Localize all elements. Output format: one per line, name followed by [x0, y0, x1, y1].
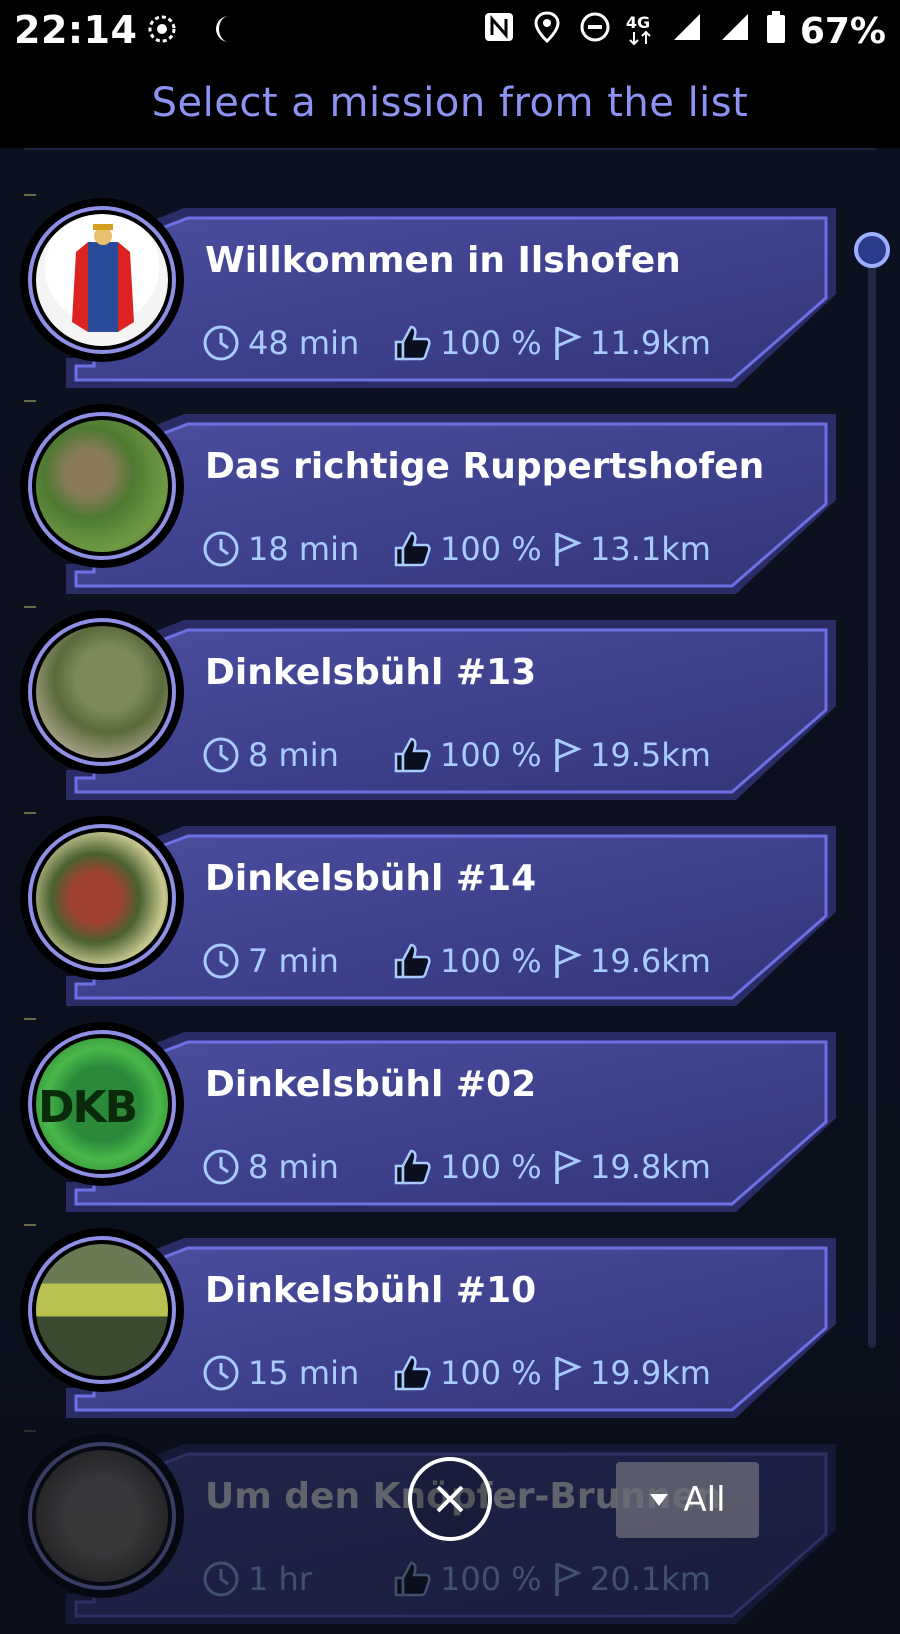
clock-icon — [203, 531, 239, 567]
battery-icon — [766, 10, 786, 53]
page-title: Select a mission from the list — [151, 80, 749, 126]
signal-2-icon — [718, 10, 752, 53]
triangle-down-icon — [650, 1494, 669, 1506]
thumbs-up-icon — [394, 943, 431, 979]
thumbnail-text: DKB — [38, 1082, 138, 1133]
mission-duration: 8 min — [248, 736, 339, 774]
mission-title: Dinkelsbühl #10 — [205, 1270, 537, 1311]
mission-stats: 48 min 100 % 11.9km — [202, 324, 711, 362]
mission-rating: 100 % — [440, 1560, 542, 1598]
page-header: Select a mission from the list — [0, 64, 900, 148]
mission-rating: 100 % — [440, 942, 542, 980]
divider-tick — [24, 400, 36, 402]
mission-rating: 100 % — [440, 1148, 542, 1186]
mission-thumbnail: DKB — [20, 1022, 184, 1186]
mission-rating: 100 % — [440, 736, 542, 774]
flag-icon — [555, 1356, 582, 1390]
flag-icon — [555, 738, 582, 772]
moon-icon — [207, 12, 241, 50]
thumbs-up-icon — [394, 1355, 431, 1391]
signal-1-icon — [670, 10, 704, 53]
mission-distance: 20.1km — [590, 1560, 711, 1598]
mission-thumbnail — [20, 404, 184, 568]
flag-icon — [555, 1150, 582, 1184]
list-item[interactable]: Willkommen in Ilshofen 48 min 100 % 11.9… — [0, 194, 900, 398]
mission-title: Willkommen in Ilshofen — [205, 240, 681, 281]
mission-stats: 18 min 100 % 13.1km — [202, 530, 711, 568]
mission-stats: 15 min 100 % 19.9km — [202, 1354, 711, 1392]
mission-distance: 19.6km — [590, 942, 711, 980]
mission-distance: 19.5km — [590, 736, 711, 774]
flag-icon — [555, 1562, 582, 1596]
mission-thumbnail — [20, 816, 184, 980]
list-item[interactable]: Dinkelsbühl #14 7 min 100 % 19.6km — [0, 812, 900, 1016]
list-item[interactable]: Dinkelsbühl #13 8 min 100 % 19.5km — [0, 606, 900, 810]
mission-rating: 100 % — [440, 1354, 542, 1392]
mission-rating: 100 % — [440, 530, 542, 568]
mission-stats: 7 min 100 % 19.6km — [202, 942, 711, 980]
mission-distance: 13.1km — [590, 530, 711, 568]
clock-icon — [203, 1561, 239, 1597]
mission-title: Dinkelsbühl #02 — [205, 1064, 537, 1105]
divider-tick — [24, 1018, 36, 1020]
mission-stats: 1 hr 100 % 20.1km — [202, 1560, 711, 1598]
header-divider — [24, 148, 876, 150]
4g-icon: 4G — [626, 14, 656, 48]
clock-icon — [203, 325, 239, 361]
divider-tick — [24, 194, 36, 196]
flag-icon — [555, 326, 582, 360]
divider-tick — [24, 1224, 36, 1226]
dnd-icon — [578, 10, 612, 53]
list-item[interactable]: Das richtige Ruppertshofen 18 min 100 % … — [0, 400, 900, 604]
mission-thumbnail — [20, 1228, 184, 1392]
mission-title: Das richtige Ruppertshofen — [205, 446, 765, 487]
thumbs-up-icon — [394, 325, 431, 361]
status-time: 22:14 — [14, 8, 138, 52]
mission-stats: 8 min 100 % 19.5km — [202, 736, 711, 774]
scrollbar-track[interactable] — [868, 258, 876, 1348]
flag-icon — [555, 532, 582, 566]
filter-dropdown[interactable]: All — [616, 1462, 759, 1538]
scrollbar-handle[interactable] — [854, 232, 890, 268]
mission-rating: 100 % — [440, 324, 542, 362]
location-icon — [530, 10, 564, 53]
battery-percent: 67% — [799, 11, 886, 52]
mission-duration: 1 hr — [248, 1560, 312, 1598]
divider-tick — [24, 606, 36, 608]
thumbs-up-icon — [394, 531, 431, 567]
mission-distance: 19.9km — [590, 1354, 711, 1392]
mission-duration: 48 min — [248, 324, 360, 362]
nfc-icon — [482, 10, 516, 53]
mission-duration: 8 min — [248, 1148, 339, 1186]
mission-duration: 18 min — [248, 530, 360, 568]
close-icon — [436, 1485, 464, 1513]
clock-icon — [203, 1355, 239, 1391]
mission-distance: 19.8km — [590, 1148, 711, 1186]
clock-icon — [203, 943, 239, 979]
mission-title: Dinkelsbühl #13 — [205, 652, 537, 693]
thumbs-up-icon — [394, 737, 431, 773]
clock-icon — [203, 737, 239, 773]
list-item[interactable]: Dinkelsbühl #10 15 min 100 % 19.9km — [0, 1224, 900, 1428]
divider-tick — [24, 1430, 36, 1432]
filter-label: All — [683, 1480, 726, 1520]
mission-thumbnail — [20, 1434, 184, 1598]
status-bar: 22:14 4G 67% — [0, 0, 900, 64]
divider-tick — [24, 812, 36, 814]
mission-duration: 15 min — [248, 1354, 360, 1392]
mission-distance: 11.9km — [590, 324, 711, 362]
list-item[interactable]: DKB Dinkelsbühl #02 8 min 100 % 19.8km — [0, 1018, 900, 1222]
clock-icon — [203, 1149, 239, 1185]
hotspot-icon — [145, 12, 179, 50]
thumbs-up-icon — [394, 1561, 431, 1597]
close-button[interactable] — [408, 1457, 492, 1541]
thumbs-up-icon — [394, 1149, 431, 1185]
mission-thumbnail — [20, 610, 184, 774]
mission-title: Dinkelsbühl #14 — [205, 858, 537, 899]
mission-thumbnail — [20, 198, 184, 362]
mission-stats: 8 min 100 % 19.8km — [202, 1148, 711, 1186]
flag-icon — [555, 944, 582, 978]
mission-duration: 7 min — [248, 942, 339, 980]
